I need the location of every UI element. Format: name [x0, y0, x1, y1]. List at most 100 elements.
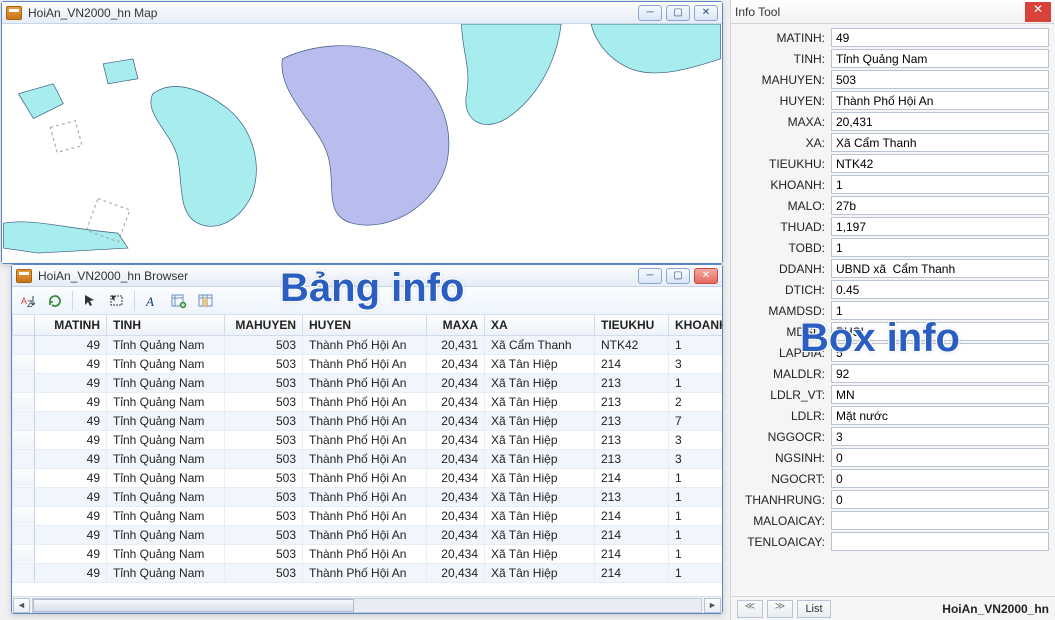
cell[interactable]: 503 — [225, 468, 303, 487]
row-handle[interactable] — [13, 468, 35, 487]
horizontal-scrollbar[interactable]: ◄ ► — [12, 596, 722, 613]
cell[interactable]: 503 — [225, 449, 303, 468]
cell[interactable]: 1 — [669, 335, 723, 354]
table-row[interactable]: 49Tỉnh Quảng Nam503Thành Phố Hội An20,43… — [13, 468, 723, 487]
field-input[interactable] — [831, 154, 1049, 173]
field-input[interactable] — [831, 91, 1049, 110]
cell[interactable]: 503 — [225, 373, 303, 392]
cell[interactable]: Thành Phố Hội An — [303, 373, 427, 392]
cell[interactable]: 503 — [225, 506, 303, 525]
cell[interactable]: 1 — [669, 468, 723, 487]
cell[interactable]: Tỉnh Quảng Nam — [107, 563, 225, 582]
field-input[interactable] — [831, 385, 1049, 404]
minimize-button[interactable]: ─ — [638, 268, 662, 284]
close-button[interactable]: ✕ — [694, 268, 718, 284]
row-handle[interactable] — [13, 430, 35, 449]
cell[interactable]: Xã Tân Hiệp — [485, 563, 595, 582]
add-field-button[interactable] — [167, 290, 191, 312]
cell[interactable]: 503 — [225, 487, 303, 506]
row-handle[interactable] — [13, 392, 35, 411]
column-header[interactable]: HUYEN — [303, 315, 427, 335]
scroll-right-button[interactable]: ► — [704, 598, 721, 613]
field-input[interactable] — [831, 28, 1049, 47]
column-header[interactable]: MAXA — [427, 315, 485, 335]
cell[interactable]: 3 — [669, 354, 723, 373]
data-grid[interactable]: MATINHTINHMAHUYENHUYENMAXAXATIEUKHUKHOAN… — [12, 315, 722, 596]
cell[interactable]: 49 — [35, 373, 107, 392]
scroll-left-button[interactable]: ◄ — [13, 598, 30, 613]
cell[interactable]: 49 — [35, 411, 107, 430]
cell[interactable]: Thành Phố Hội An — [303, 430, 427, 449]
cell[interactable]: Thành Phố Hội An — [303, 411, 427, 430]
cell[interactable]: 3 — [669, 449, 723, 468]
row-handle[interactable] — [13, 373, 35, 392]
cell[interactable]: 49 — [35, 335, 107, 354]
cell[interactable]: Thành Phố Hội An — [303, 335, 427, 354]
column-header[interactable]: XA — [485, 315, 595, 335]
cell[interactable]: 503 — [225, 354, 303, 373]
column-header[interactable]: KHOANH — [669, 315, 723, 335]
cell[interactable]: 49 — [35, 487, 107, 506]
cell[interactable]: 1 — [669, 563, 723, 582]
cell[interactable]: Xã Tân Hiệp — [485, 525, 595, 544]
field-input[interactable] — [831, 406, 1049, 425]
cell[interactable]: 49 — [35, 468, 107, 487]
field-input[interactable] — [831, 175, 1049, 194]
maximize-button[interactable]: ▢ — [666, 268, 690, 284]
scroll-thumb[interactable] — [33, 599, 354, 612]
field-input[interactable] — [831, 133, 1049, 152]
cell[interactable]: Tỉnh Quảng Nam — [107, 354, 225, 373]
cell[interactable]: Tỉnh Quảng Nam — [107, 373, 225, 392]
cell[interactable]: 1 — [669, 544, 723, 563]
cell[interactable]: 20,434 — [427, 506, 485, 525]
field-input[interactable] — [831, 511, 1049, 530]
field-input[interactable] — [831, 196, 1049, 215]
maximize-button[interactable]: ▢ — [666, 5, 690, 21]
cell[interactable]: 503 — [225, 411, 303, 430]
column-header[interactable]: MAHUYEN — [225, 315, 303, 335]
cell[interactable]: 49 — [35, 506, 107, 525]
table-row[interactable]: 49Tỉnh Quảng Nam503Thành Phố Hội An20,43… — [13, 411, 723, 430]
field-input[interactable] — [831, 490, 1049, 509]
cell[interactable]: 214 — [595, 525, 669, 544]
field-input[interactable] — [831, 343, 1049, 362]
cell[interactable]: 49 — [35, 525, 107, 544]
field-input[interactable] — [831, 70, 1049, 89]
sort-az-button[interactable]: AZ — [16, 290, 40, 312]
refresh-button[interactable] — [43, 290, 67, 312]
field-input[interactable] — [831, 532, 1049, 551]
cell[interactable]: 20,434 — [427, 544, 485, 563]
cell[interactable]: Xã Tân Hiệp — [485, 411, 595, 430]
row-handle[interactable] — [13, 506, 35, 525]
cell[interactable]: Xã Tân Hiệp — [485, 449, 595, 468]
cell[interactable]: 213 — [595, 411, 669, 430]
row-handle[interactable] — [13, 563, 35, 582]
cell[interactable]: 20,434 — [427, 487, 485, 506]
cell[interactable]: 2 — [669, 392, 723, 411]
field-input[interactable] — [831, 301, 1049, 320]
table-row[interactable]: 49Tỉnh Quảng Nam503Thành Phố Hội An20,43… — [13, 525, 723, 544]
cell[interactable]: Xã Tân Hiệp — [485, 430, 595, 449]
column-header[interactable]: MATINH — [35, 315, 107, 335]
cell[interactable]: 1 — [669, 525, 723, 544]
cell[interactable]: Xã Tân Hiệp — [485, 487, 595, 506]
cell[interactable]: 20,434 — [427, 373, 485, 392]
row-handle[interactable] — [13, 487, 35, 506]
cell[interactable]: 503 — [225, 430, 303, 449]
row-handle[interactable] — [13, 544, 35, 563]
marquee-button[interactable] — [105, 290, 129, 312]
cell[interactable]: 213 — [595, 449, 669, 468]
field-input[interactable] — [831, 238, 1049, 257]
close-button[interactable]: ✕ — [1025, 2, 1051, 22]
table-row[interactable]: 49Tỉnh Quảng Nam503Thành Phố Hội An20,43… — [13, 335, 723, 354]
cell[interactable]: Thành Phố Hội An — [303, 544, 427, 563]
cell[interactable]: 20,434 — [427, 525, 485, 544]
cell[interactable]: Thành Phố Hội An — [303, 392, 427, 411]
scroll-track[interactable] — [32, 598, 702, 613]
cell[interactable]: 503 — [225, 563, 303, 582]
field-input[interactable] — [831, 112, 1049, 131]
cell[interactable]: 7 — [669, 411, 723, 430]
cell[interactable]: Tỉnh Quảng Nam — [107, 468, 225, 487]
field-input[interactable] — [831, 49, 1049, 68]
table-row[interactable]: 49Tỉnh Quảng Nam503Thành Phố Hội An20,43… — [13, 487, 723, 506]
